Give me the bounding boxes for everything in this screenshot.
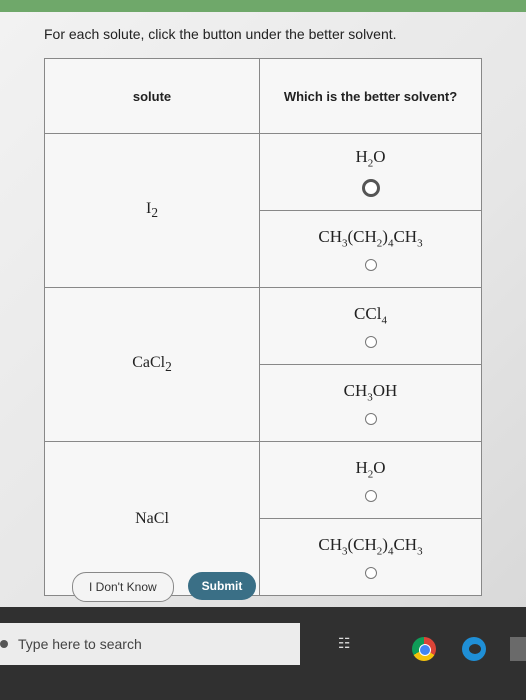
dont-know-button[interactable]: I Don't Know	[72, 572, 174, 602]
radio-button[interactable]	[364, 259, 377, 272]
solvent-formula: H2O	[355, 457, 386, 481]
task-view-icon[interactable]: ☷	[338, 635, 358, 655]
submit-button[interactable]: Submit	[187, 572, 257, 600]
radio-button[interactable]	[364, 490, 377, 503]
search-placeholder: Type here to search	[18, 636, 142, 652]
search-icon	[0, 640, 8, 648]
header-better-solvent: Which is the better solvent?	[283, 88, 458, 104]
solute-cell: CaCl2	[45, 288, 260, 441]
radio-button[interactable]	[364, 336, 377, 349]
solute-label: NaCl	[135, 509, 169, 527]
edge-icon[interactable]	[462, 637, 486, 661]
solvent-formula: CCl4	[354, 303, 387, 327]
table-header-row: solute Which is the better solvent?	[45, 59, 481, 134]
solute-label: I2	[146, 199, 158, 221]
solvent-formula: H2O	[355, 146, 386, 170]
table-row: CaCl2 CCl4 CH3OH	[45, 288, 481, 442]
solute-cell: I2	[45, 134, 260, 287]
radio-button[interactable]	[364, 413, 377, 426]
taskbar: Type here to search ☷	[0, 607, 526, 700]
solvent-formula: CH3(CH2)4CH3	[318, 226, 423, 250]
action-buttons: I Don't Know Submit	[72, 572, 257, 602]
solvent-option: CCl4	[260, 288, 481, 365]
header-solute: solute	[45, 59, 260, 133]
solvent-option: H2O	[260, 442, 481, 519]
solvent-formula: CH3OH	[343, 380, 398, 404]
app-icon[interactable]	[510, 637, 526, 661]
solvent-options: H2O CH3(CH2)4CH3	[260, 134, 481, 287]
solvent-options: CCl4 CH3OH	[260, 288, 481, 441]
radio-button-selected[interactable]	[361, 179, 380, 198]
taskbar-search[interactable]: Type here to search	[0, 623, 300, 665]
solvent-table: solute Which is the better solvent? I2 H…	[44, 58, 482, 596]
table-row: I2 H2O CH3(CH2)4CH3	[45, 134, 481, 288]
solvent-formula: CH3(CH2)4CH3	[318, 534, 423, 558]
solute-label: CaCl2	[132, 353, 172, 375]
instruction-text: For each solute, click the button under …	[44, 26, 397, 42]
solvent-option: CH3(CH2)4CH3	[260, 211, 481, 287]
chrome-icon[interactable]	[412, 637, 436, 661]
solvent-options: H2O CH3(CH2)4CH3	[260, 442, 481, 595]
solvent-option: CH3OH	[260, 365, 481, 441]
top-bar	[0, 0, 526, 12]
radio-button[interactable]	[364, 567, 377, 580]
solvent-option: H2O	[260, 134, 481, 211]
question-panel: For each solute, click the button under …	[0, 12, 526, 607]
solvent-option: CH3(CH2)4CH3	[260, 519, 481, 595]
